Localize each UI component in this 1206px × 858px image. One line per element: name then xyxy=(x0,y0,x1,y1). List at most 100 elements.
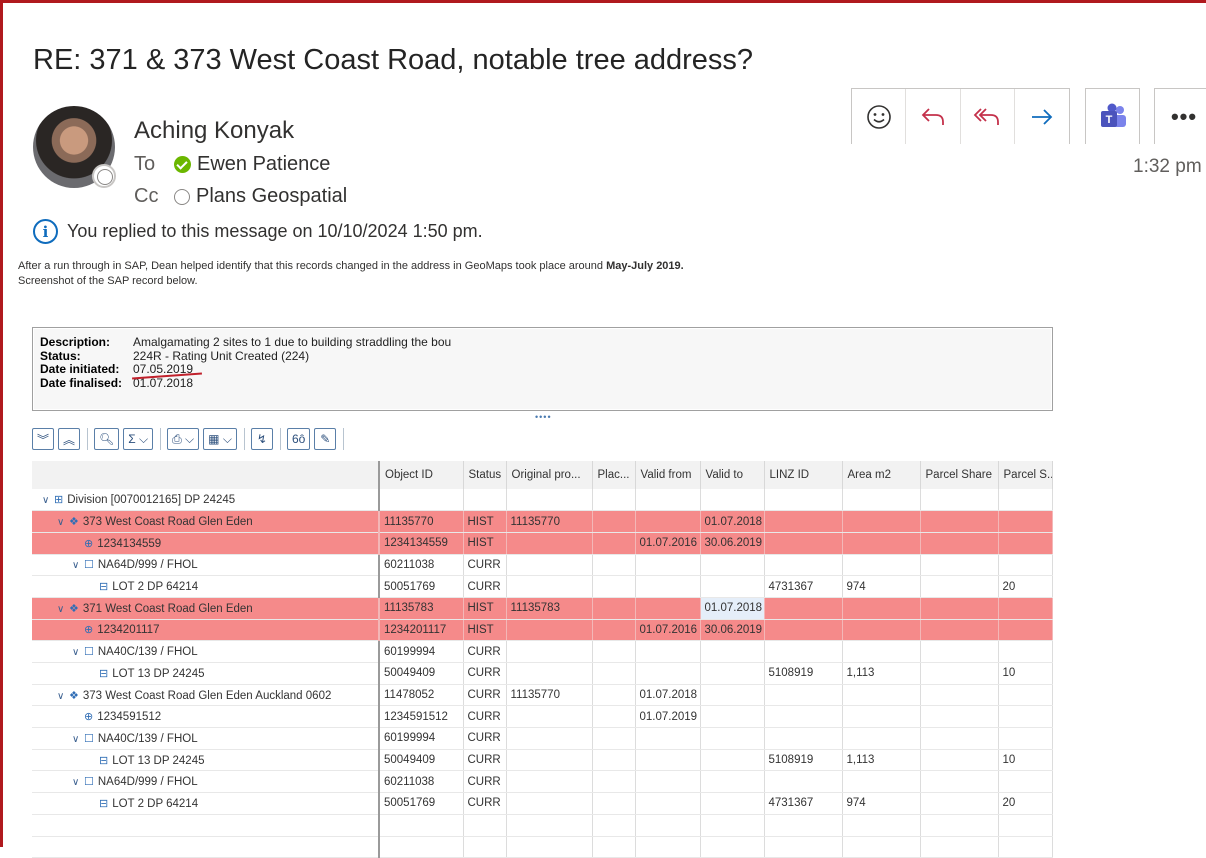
grid-cell[interactable]: 01.07.2018 xyxy=(635,684,701,707)
grid-cell[interactable] xyxy=(920,749,999,772)
grid-cell[interactable] xyxy=(592,662,636,685)
grid-cell[interactable]: 60211038 xyxy=(379,770,464,794)
tree-node[interactable]: ∨ ☐ NA40C/139 / FHOL xyxy=(32,727,380,750)
grid-cell[interactable]: CURR xyxy=(463,792,507,815)
grid-cell[interactable] xyxy=(842,684,921,707)
tree-node[interactable]: ⊟ LOT 13 DP 24245 xyxy=(32,662,380,685)
grid-cell[interactable] xyxy=(463,489,507,512)
grid-cell[interactable] xyxy=(700,489,765,512)
table-row[interactable]: ⊟ LOT 2 DP 64214 50051769 CURR 4731367 974 20 xyxy=(32,575,1053,598)
column-header[interactable]: Parcel S... xyxy=(998,461,1053,489)
grid-cell[interactable] xyxy=(379,489,464,512)
grid-cell[interactable] xyxy=(592,640,636,663)
grid-cell[interactable]: 11135770 xyxy=(379,510,464,533)
grid-cell[interactable]: 50049409 xyxy=(379,749,464,772)
grid-cell[interactable]: 10 xyxy=(998,662,1053,685)
grid-cell[interactable] xyxy=(920,575,999,598)
grid-cell[interactable] xyxy=(592,814,636,837)
tree-node[interactable]: ⊕ 1234591512 xyxy=(32,705,380,729)
grid-cell[interactable]: CURR xyxy=(463,684,507,707)
grid-cell[interactable] xyxy=(920,532,999,555)
grid-cell[interactable]: 974 xyxy=(842,792,921,815)
grid-cell[interactable] xyxy=(920,597,999,620)
grid-cell[interactable] xyxy=(635,770,701,794)
grid-cell[interactable] xyxy=(635,489,701,512)
tree-node[interactable] xyxy=(32,814,380,837)
reply-button[interactable] xyxy=(906,89,961,144)
table-row[interactable]: ∨ ☐ NA64D/999 / FHOL 60211038 CURR xyxy=(32,770,1053,794)
grid-cell[interactable] xyxy=(920,684,999,707)
grid-cell[interactable] xyxy=(998,489,1053,512)
tree-node[interactable]: ⊟ LOT 2 DP 64214 xyxy=(32,575,380,598)
grid-cell[interactable] xyxy=(998,814,1053,837)
grid-cell[interactable] xyxy=(998,770,1053,794)
collapse-all-button[interactable]: ︽ xyxy=(58,428,81,450)
grid-cell[interactable] xyxy=(506,814,593,837)
reply-all-button[interactable] xyxy=(961,89,1015,144)
grid-cell[interactable] xyxy=(998,640,1053,663)
table-row[interactable]: ⊟ LOT 2 DP 64214 50051769 CURR 4731367 974 20 xyxy=(32,792,1053,815)
grid-cell[interactable] xyxy=(998,619,1053,642)
grid-cell[interactable] xyxy=(764,770,843,794)
grid-cell[interactable] xyxy=(842,597,921,620)
grid-cell[interactable] xyxy=(764,489,843,512)
column-header[interactable]: Original pro... xyxy=(506,461,593,489)
grid-cell[interactable]: 01.07.2018 xyxy=(700,510,765,533)
expand-toggle-icon[interactable]: ∨ xyxy=(72,560,84,571)
grid-cell[interactable]: 30.06.2019 xyxy=(700,532,765,555)
grid-cell[interactable]: CURR xyxy=(463,749,507,772)
forward-button[interactable] xyxy=(1015,89,1069,144)
grid-cell[interactable] xyxy=(592,510,636,533)
grid-cell[interactable] xyxy=(842,532,921,555)
grid-cell[interactable] xyxy=(592,770,636,794)
column-header[interactable]: Status xyxy=(463,461,507,489)
grid-cell[interactable]: 974 xyxy=(842,575,921,598)
expand-toggle-icon[interactable]: ∨ xyxy=(72,647,84,658)
expand-toggle-icon[interactable]: ∨ xyxy=(72,777,84,788)
grid-cell[interactable] xyxy=(920,814,999,837)
table-row[interactable]: ⊕ 1234591512 1234591512 CURR 01.07.2019 xyxy=(32,705,1053,729)
tree-node[interactable]: ⊟ LOT 13 DP 24245 xyxy=(32,749,380,772)
grid-cell[interactable] xyxy=(998,597,1053,620)
grid-cell[interactable] xyxy=(764,640,843,663)
grid-cell[interactable] xyxy=(506,619,593,642)
grid-cell[interactable] xyxy=(920,619,999,642)
grid-cell[interactable] xyxy=(635,792,701,815)
grid-cell[interactable] xyxy=(920,510,999,533)
grid-cell[interactable] xyxy=(635,575,701,598)
grid-cell[interactable] xyxy=(592,597,636,620)
tree-node[interactable]: ∨ ☐ NA64D/999 / FHOL xyxy=(32,770,380,794)
grid-cell[interactable] xyxy=(998,510,1053,533)
grid-cell[interactable]: 60199994 xyxy=(379,727,464,750)
grid-cell[interactable] xyxy=(635,597,701,620)
grid-cell[interactable] xyxy=(920,705,999,729)
grid-cell[interactable] xyxy=(700,575,765,598)
tree-node[interactable]: ∨ ❖ 371 West Coast Road Glen Eden xyxy=(32,597,380,620)
tree-node[interactable]: ⊕ 1234201117 xyxy=(32,619,380,642)
expand-toggle-icon[interactable]: ∨ xyxy=(72,734,84,745)
grid-cell[interactable]: 60199994 xyxy=(379,640,464,663)
grid-cell[interactable] xyxy=(842,705,921,729)
grid-cell[interactable]: 5108919 xyxy=(764,662,843,685)
tree-node[interactable]: ∨ ❖ 373 West Coast Road Glen Eden Auckland… xyxy=(32,684,380,707)
grid-cell[interactable]: CURR xyxy=(463,705,507,729)
grid-cell[interactable] xyxy=(592,705,636,729)
grid-cell[interactable] xyxy=(700,814,765,837)
expand-toggle-icon[interactable]: ∨ xyxy=(57,517,69,528)
column-header[interactable]: Valid from xyxy=(635,461,701,489)
grid-cell[interactable] xyxy=(920,727,999,750)
grid-cell[interactable] xyxy=(842,554,921,577)
grid-cell[interactable]: 30.06.2019 xyxy=(700,619,765,642)
tree-node[interactable]: ∨ ⊞ Division [0070012165] DP 24245 xyxy=(32,489,380,512)
table-row[interactable]: ∨ ☐ NA40C/139 / FHOL 60199994 CURR xyxy=(32,640,1053,663)
grid-cell[interactable] xyxy=(920,792,999,815)
grid-cell[interactable] xyxy=(764,814,843,837)
grid-cell[interactable] xyxy=(635,510,701,533)
grid-cell[interactable] xyxy=(842,619,921,642)
grid-cell[interactable] xyxy=(592,727,636,750)
table-row[interactable]: ∨ ☐ NA40C/139 / FHOL 60199994 CURR xyxy=(32,727,1053,750)
grid-cell[interactable] xyxy=(764,510,843,533)
grid-cell[interactable] xyxy=(592,749,636,772)
tree-node[interactable]: ⊟ LOT 2 DP 64214 xyxy=(32,792,380,815)
column-header[interactable]: Object ID xyxy=(379,461,464,489)
